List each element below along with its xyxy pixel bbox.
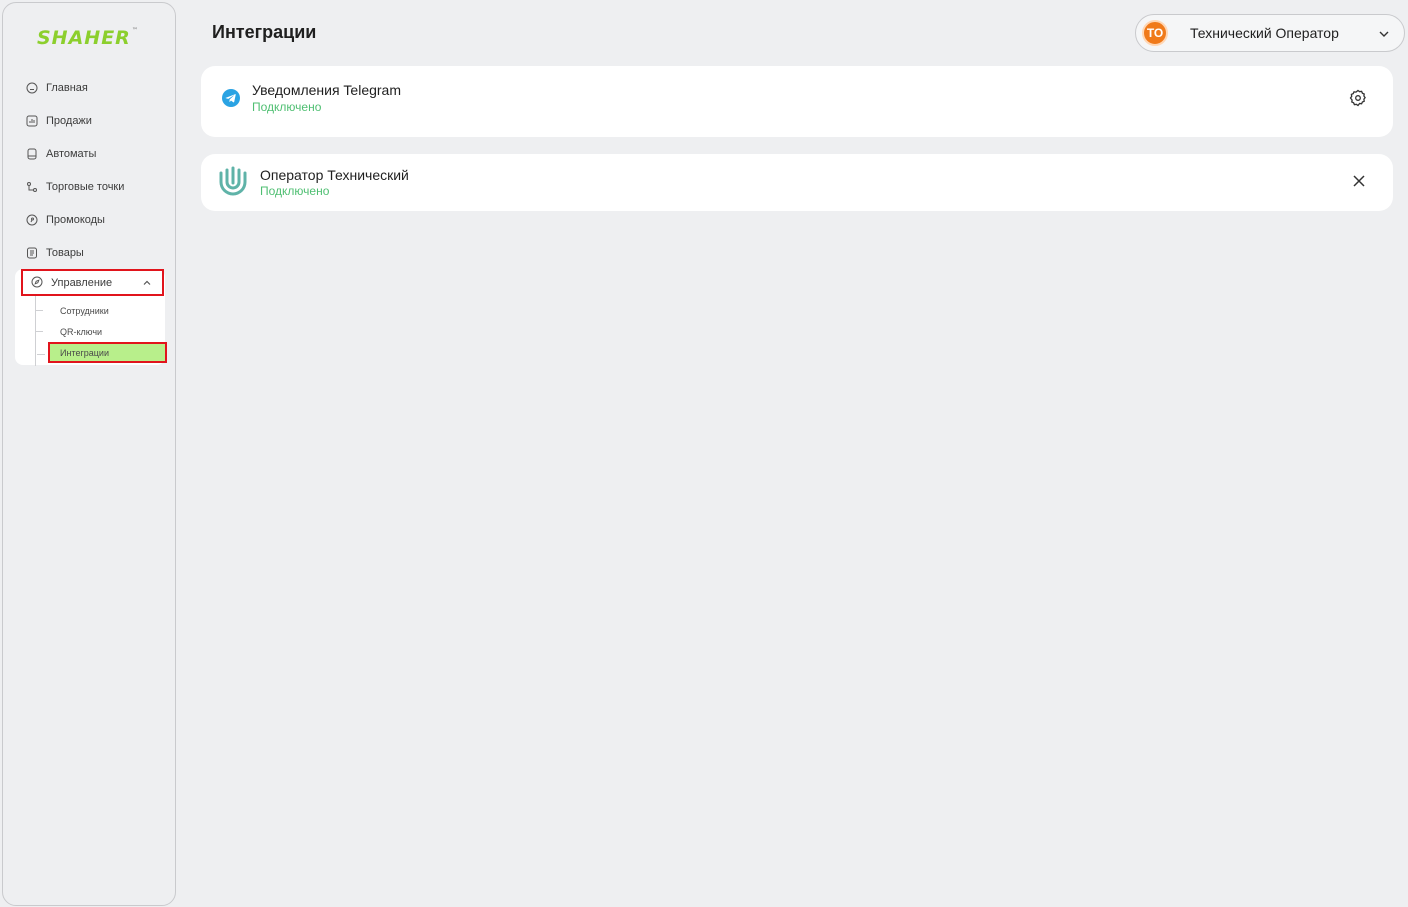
telegram-icon — [222, 89, 240, 107]
integration-status: Подключено — [252, 100, 322, 114]
sidebar-subitem-employees[interactable]: Сотрудники — [35, 300, 165, 321]
chart-icon — [25, 114, 38, 127]
home-icon — [25, 81, 38, 94]
brand-trademark: ™ — [131, 27, 139, 34]
integration-card-operator: Оператор Технический Подключено — [201, 154, 1393, 211]
sidebar-subitem-integrations[interactable]: Интеграции — [37, 342, 167, 363]
sidebar-item-home[interactable]: Главная — [15, 71, 167, 104]
sidebar: SHAHER™ Главная Продажи Автоматы Торговы… — [2, 2, 176, 906]
user-name: Технический Оператор — [1190, 25, 1339, 41]
operator-logo-icon — [219, 166, 247, 196]
integration-status: Подключено — [260, 184, 330, 198]
sidebar-item-label: Продажи — [46, 114, 92, 127]
chevron-up-icon[interactable] — [142, 278, 152, 288]
tag-icon — [25, 213, 38, 226]
sidebar-item-promocodes[interactable]: Промокоды — [15, 203, 167, 236]
brand-logo[interactable]: SHAHER™ — [37, 27, 139, 49]
sidebar-sub-list: Сотрудники QR-ключи Интеграции — [35, 296, 167, 366]
sidebar-item-points[interactable]: Торговые точки — [15, 170, 167, 203]
sidebar-item-products[interactable]: Товары — [15, 236, 167, 269]
points-icon — [25, 180, 38, 193]
sidebar-item-label: Товары — [46, 246, 84, 259]
integration-card-telegram: Уведомления Telegram Подключено — [201, 66, 1393, 137]
page-title: Интеграции — [212, 22, 317, 42]
integration-title: Оператор Технический — [260, 167, 409, 183]
sidebar-nav: Главная Продажи Автоматы Торговые точки … — [15, 71, 167, 366]
compass-icon — [31, 276, 44, 289]
avatar: ТО — [1142, 20, 1168, 46]
sidebar-group-management: Управление Сотрудники QR-ключи Интеграци… — [15, 269, 167, 366]
close-icon[interactable] — [1351, 173, 1367, 189]
sidebar-item-sales[interactable]: Продажи — [15, 104, 167, 137]
machine-icon — [25, 147, 38, 160]
sidebar-item-management[interactable]: Управление — [21, 269, 164, 296]
integration-title: Уведомления Telegram — [252, 82, 402, 98]
sidebar-item-label: Управление — [51, 276, 113, 289]
chevron-down-icon — [1379, 31, 1389, 37]
list-icon — [25, 246, 38, 259]
sidebar-item-label: Промокоды — [46, 213, 105, 226]
sidebar-item-label: Главная — [46, 81, 88, 94]
user-menu[interactable]: ТО Технический Оператор — [1135, 14, 1405, 52]
sidebar-item-label: Торговые точки — [46, 180, 125, 193]
brand-logo-text: SHAHER — [37, 27, 131, 49]
sidebar-item-label: Автоматы — [46, 147, 97, 160]
sidebar-subitem-qr-keys[interactable]: QR-ключи — [35, 321, 165, 342]
settings-icon[interactable] — [1349, 89, 1367, 107]
sidebar-item-machines[interactable]: Автоматы — [15, 137, 167, 170]
